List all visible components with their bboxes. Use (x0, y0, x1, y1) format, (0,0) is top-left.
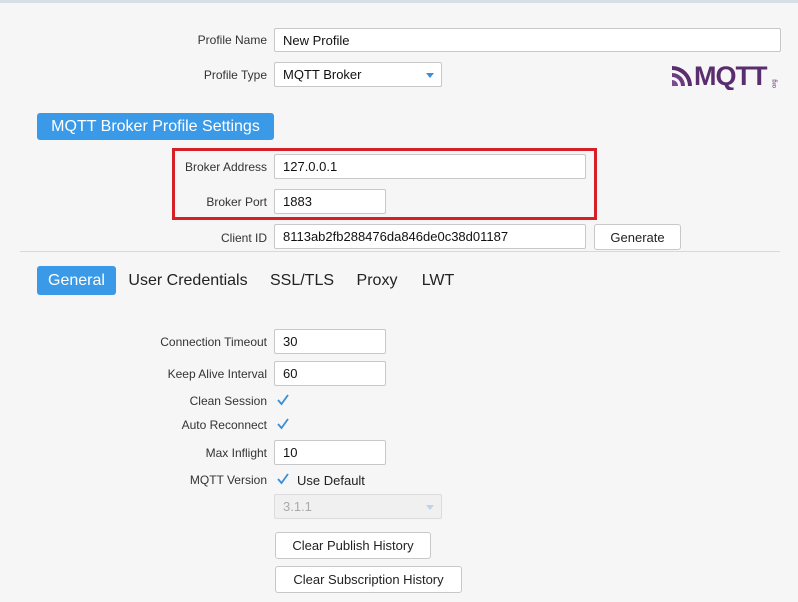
client-id-input[interactable]: 8113ab2fb288476da846de0c38d01187 (274, 224, 586, 249)
clean-session-label: Clean Session (189, 394, 267, 408)
section-title: MQTT Broker Profile Settings (37, 113, 274, 140)
connection-timeout-input[interactable]: 30 (274, 329, 386, 354)
mqtt-logo: MQTT org (670, 60, 782, 91)
generate-button[interactable]: Generate (594, 224, 681, 250)
clear-subscription-history-button[interactable]: Clear Subscription History (275, 566, 462, 593)
client-id-label: Client ID (220, 231, 267, 245)
tab-general[interactable]: General (37, 266, 116, 295)
tab-user-credentials[interactable]: User Credentials (124, 266, 252, 295)
profile-type-select[interactable]: MQTT Broker (274, 62, 442, 87)
max-inflight-input[interactable]: 10 (274, 440, 386, 465)
tab-ssl-tls[interactable]: SSL/TLS (266, 266, 338, 295)
clean-session-checkbox[interactable] (276, 393, 290, 407)
window-top-strip (0, 0, 798, 3)
mqtt-logo-graphic: MQTT org (672, 61, 778, 91)
tab-lwt[interactable]: LWT (416, 266, 460, 295)
section-divider (20, 251, 780, 252)
keep-alive-label: Keep Alive Interval (167, 367, 267, 381)
tab-proxy[interactable]: Proxy (351, 266, 403, 295)
mqtt-version-select[interactable]: 3.1.1 (274, 494, 442, 519)
use-default-checkbox[interactable] (276, 472, 290, 486)
mqtt-version-label: MQTT Version (189, 473, 267, 487)
logo-subtext: org (772, 79, 778, 88)
mqtt-version-value: 3.1.1 (283, 499, 312, 514)
profile-type-value: MQTT Broker (283, 67, 362, 82)
logo-text: MQTT (694, 61, 768, 90)
auto-reconnect-label: Auto Reconnect (181, 418, 267, 432)
chevron-down-icon (426, 73, 434, 78)
profile-name-label: Profile Name (197, 33, 267, 47)
use-default-label: Use Default (297, 473, 365, 488)
max-inflight-label: Max Inflight (205, 446, 267, 460)
profile-name-input[interactable]: New Profile (274, 28, 781, 52)
clear-publish-history-button[interactable]: Clear Publish History (275, 532, 431, 559)
keep-alive-input[interactable]: 60 (274, 361, 386, 386)
connection-timeout-label: Connection Timeout (160, 335, 267, 349)
auto-reconnect-checkbox[interactable] (276, 417, 290, 431)
profile-type-label: Profile Type (203, 68, 267, 82)
chevron-down-icon (426, 505, 434, 510)
highlight-box (172, 148, 597, 220)
